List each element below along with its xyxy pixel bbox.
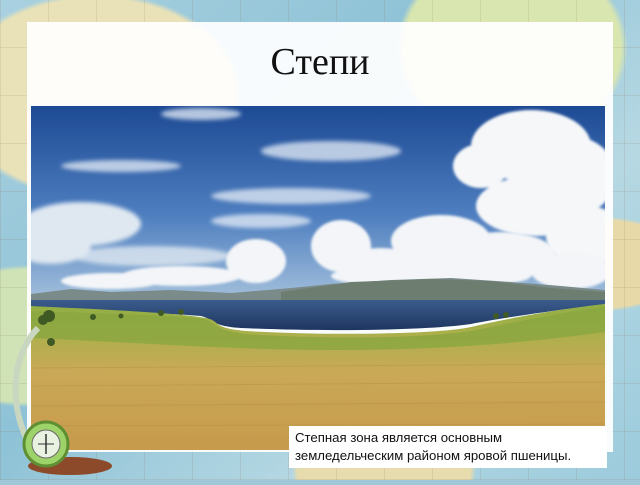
slide-title: Степи xyxy=(270,41,370,83)
globe-compass-icon xyxy=(8,318,118,480)
slide-caption: Степная зона является основным земледель… xyxy=(289,426,607,468)
